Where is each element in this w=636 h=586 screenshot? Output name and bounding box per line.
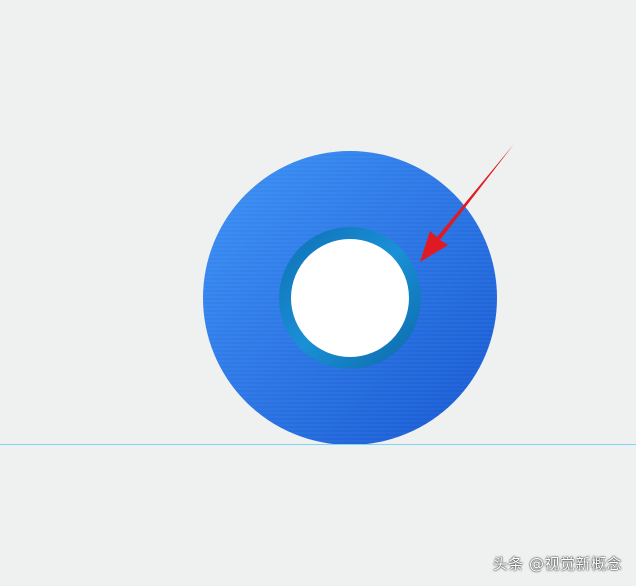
guide-line (0, 444, 636, 445)
blue-donut-disc-icon (203, 151, 497, 445)
watermark-text: 头条 @视觉新概念 (492, 555, 622, 573)
center-hole (291, 239, 409, 357)
design-canvas: 头条 @视觉新概念 (0, 0, 636, 586)
artwork (203, 144, 514, 445)
